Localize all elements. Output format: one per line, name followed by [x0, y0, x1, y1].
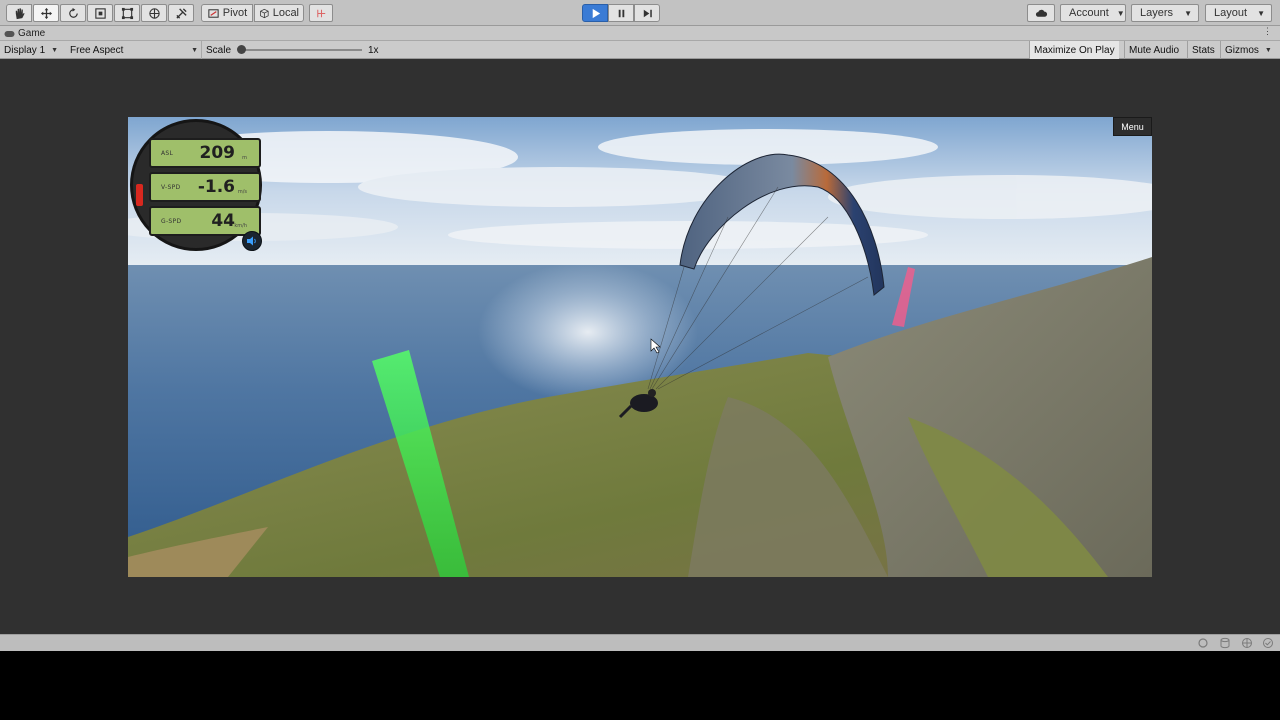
move-icon	[40, 7, 52, 19]
gspd-panel: G-SPD 44 km/h	[149, 206, 261, 236]
cloud-button[interactable]	[1027, 4, 1055, 22]
asl-panel: ASL 209 m	[149, 138, 261, 168]
scale-icon	[94, 7, 106, 19]
layout-label: Layout	[1214, 7, 1248, 19]
grid-snap-button[interactable]	[309, 4, 333, 22]
rotate-tool-button[interactable]	[60, 4, 86, 22]
play-icon	[592, 8, 600, 18]
hand-icon	[15, 7, 25, 19]
database-icon[interactable]	[1219, 637, 1231, 649]
rect-transform-icon	[121, 7, 133, 19]
check-circle-icon[interactable]	[1262, 637, 1274, 649]
scale-value: 1x	[368, 44, 379, 56]
aspect-label: Free Aspect	[70, 44, 124, 56]
play-button[interactable]	[582, 4, 608, 22]
gspd-label: G-SPD	[161, 218, 182, 225]
transform-tool-button[interactable]	[141, 4, 167, 22]
vspd-value: -1.6	[197, 177, 235, 197]
rect-tool-button[interactable]	[114, 4, 140, 22]
layers-label: Layers	[1140, 7, 1174, 19]
asl-value: 209	[199, 143, 236, 163]
scale-slider-handle[interactable]	[237, 45, 246, 54]
custom-tool-button[interactable]	[168, 4, 194, 22]
asl-label: ASL	[161, 150, 174, 157]
chevron-down-icon: ▼	[191, 46, 198, 54]
flight-instrument-hud: ASL 209 m V-SPD -1.6 m/s G-SPD 44 km/h	[130, 119, 262, 251]
bug-icon[interactable]	[1197, 637, 1209, 649]
game-view-panel: ASL 209 m V-SPD -1.6 m/s G-SPD 44 km/h M…	[0, 59, 1280, 634]
network-icon[interactable]	[1241, 637, 1253, 649]
chevron-down-icon: ▼	[1264, 46, 1272, 54]
scale-label: Scale	[201, 41, 231, 59]
stats-toggle[interactable]: Stats	[1187, 41, 1219, 59]
game-view-controls: Display 1 ▼ Free Aspect ▼ Scale 1x Maxim…	[0, 41, 1280, 59]
maximize-on-play-label: Maximize On Play	[1034, 44, 1115, 56]
aspect-dropdown[interactable]: Free Aspect ▼	[70, 41, 198, 59]
scale-text: Scale	[206, 44, 232, 56]
tab-game-label: Game	[18, 28, 46, 39]
pivot-label: Pivot	[222, 7, 248, 19]
pause-button[interactable]	[608, 4, 634, 22]
stats-label: Stats	[1192, 44, 1215, 56]
vario-indicator	[136, 184, 143, 206]
pivot-toggle[interactable]: Pivot	[201, 4, 253, 22]
custom-tools-icon	[175, 7, 187, 19]
gizmos-label: Gizmos	[1225, 44, 1259, 56]
move-tool-button[interactable]	[33, 4, 59, 22]
scale-tool-button[interactable]	[87, 4, 113, 22]
speaker-icon	[247, 236, 256, 246]
maximize-on-play-toggle[interactable]: Maximize On Play	[1029, 41, 1119, 59]
paragliding-scene	[128, 117, 1152, 577]
pause-icon	[618, 9, 624, 17]
chevron-down-icon: ▼	[1116, 8, 1125, 18]
step-button[interactable]	[634, 4, 660, 22]
layout-dropdown[interactable]: Layout ▼	[1205, 4, 1272, 22]
hand-tool-button[interactable]	[6, 4, 32, 22]
gspd-value: 44	[211, 211, 235, 231]
cloud-icon	[1035, 9, 1047, 17]
local-label: Local	[272, 7, 299, 19]
status-bar	[0, 634, 1280, 651]
chevron-down-icon: ▼	[1257, 8, 1265, 18]
kebab-menu-icon[interactable]: ⋮	[1263, 26, 1272, 37]
sound-toggle-button[interactable]	[242, 231, 262, 251]
letterbox-bottom	[0, 651, 1280, 720]
gspd-unit: km/h	[234, 223, 247, 229]
gizmos-dropdown[interactable]: Gizmos ▼	[1220, 41, 1280, 59]
scale-slider-track[interactable]	[242, 49, 362, 51]
vspd-unit: m/s	[237, 189, 247, 195]
rotate-icon	[68, 7, 78, 18]
display-dropdown[interactable]: Display 1 ▼	[4, 41, 64, 59]
layers-dropdown[interactable]: Layers ▼	[1131, 4, 1199, 22]
game-tab-bar: Game ⋮	[0, 26, 1280, 41]
transform-icon	[148, 7, 160, 19]
vspd-label: V-SPD	[161, 184, 181, 191]
grid-snap-icon	[316, 9, 325, 17]
game-viewport[interactable]: ASL 209 m V-SPD -1.6 m/s G-SPD 44 km/h M…	[128, 117, 1152, 577]
pivot-icon	[208, 8, 219, 18]
account-dropdown[interactable]: Account ▼	[1060, 4, 1126, 22]
gamepad-icon	[4, 30, 15, 37]
mute-audio-label: Mute Audio	[1129, 44, 1180, 56]
asl-unit: m	[242, 155, 247, 161]
vspd-panel: V-SPD -1.6 m/s	[149, 172, 261, 202]
step-icon	[643, 9, 652, 17]
account-label: Account	[1069, 7, 1109, 19]
tab-game[interactable]: Game	[4, 26, 45, 41]
chevron-down-icon: ▼	[1184, 8, 1192, 18]
chevron-down-icon: ▼	[51, 46, 59, 54]
display-label: Display 1	[4, 44, 46, 56]
local-toggle[interactable]: Local	[254, 4, 304, 22]
main-toolbar: Pivot Local Account ▼ Layers ▼ Layout ▼	[0, 0, 1280, 26]
menu-button[interactable]: Menu	[1113, 117, 1152, 136]
mute-audio-toggle[interactable]: Mute Audio	[1124, 41, 1183, 59]
local-cube-icon	[260, 8, 269, 18]
